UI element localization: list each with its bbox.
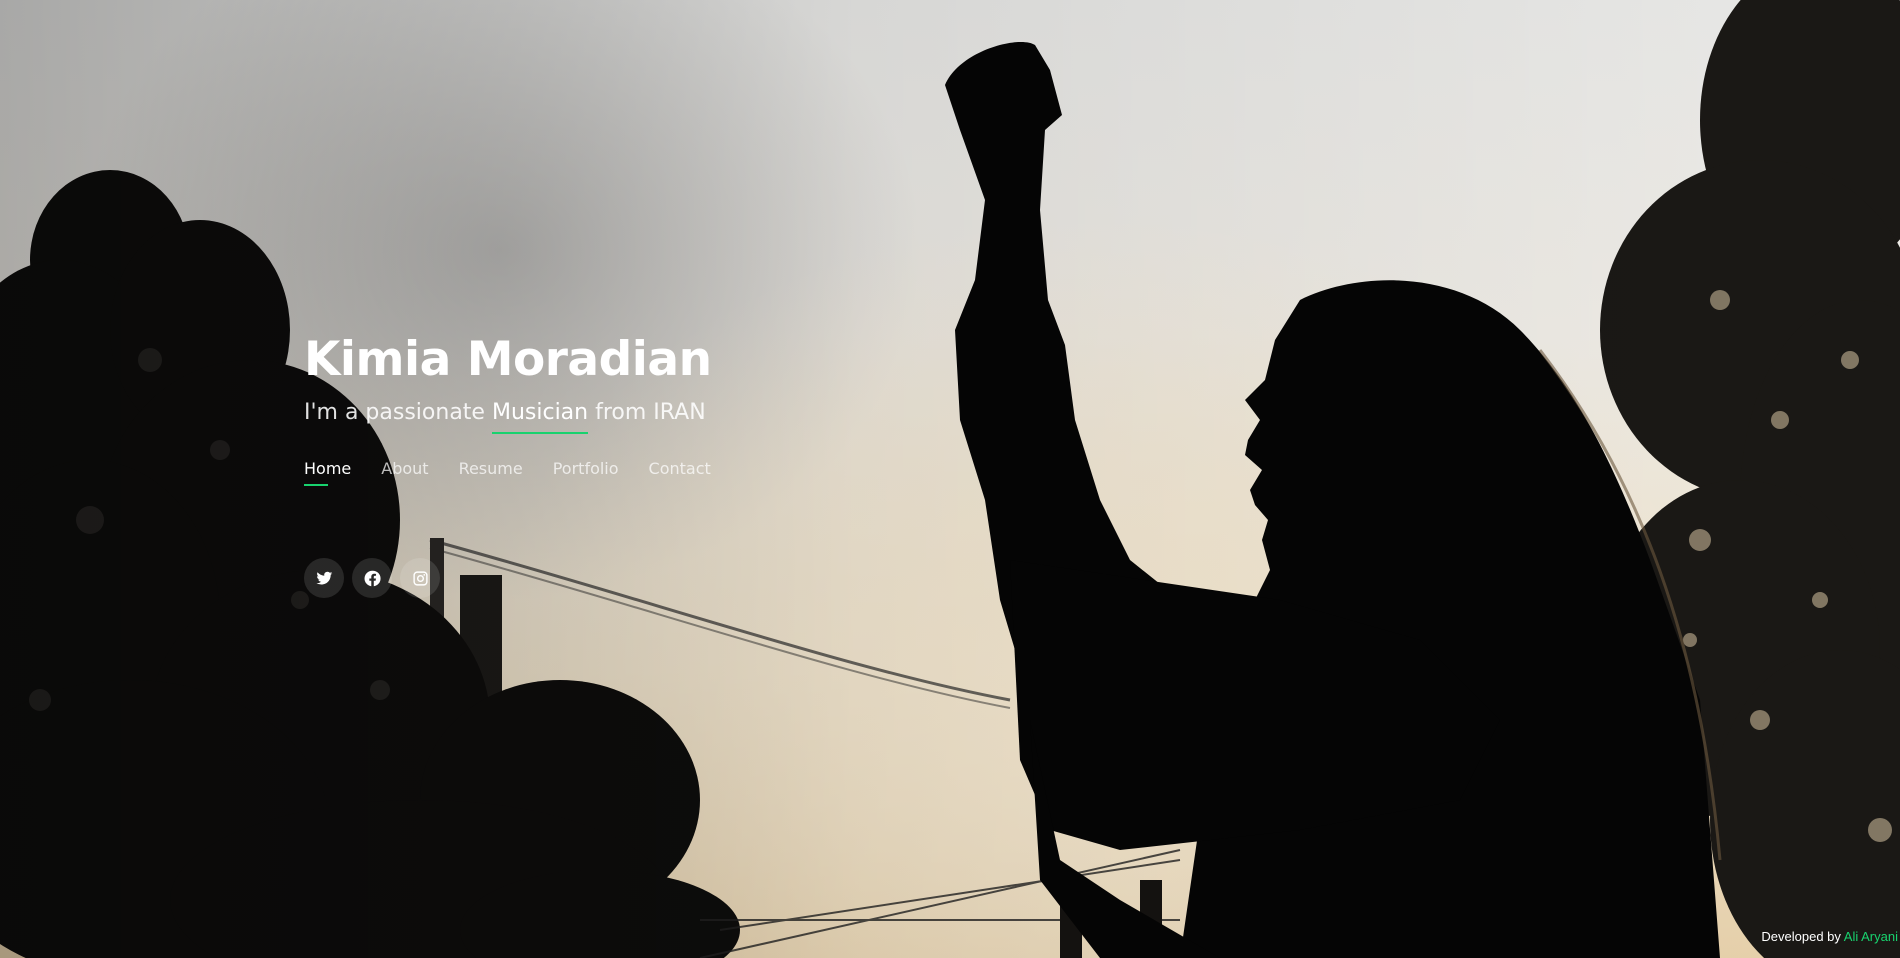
credits-prefix: Developed by [1761, 929, 1844, 944]
hero-section: Kimia Moradian I'm a passionate Musician… [304, 330, 741, 598]
tagline-prefix: I'm a passionate [304, 400, 492, 425]
nav-portfolio[interactable]: Portfolio [553, 459, 619, 484]
background-photo [0, 0, 1900, 958]
facebook-icon [364, 570, 381, 586]
twitter-link[interactable] [304, 558, 344, 598]
twitter-icon [315, 571, 332, 585]
instagram-icon [412, 570, 428, 586]
nav-contact[interactable]: Contact [649, 459, 711, 484]
dark-overlay [0, 0, 1900, 958]
footer-credits: Developed by Ali Aryani [1761, 929, 1898, 944]
hero-tagline: I'm a passionate Musician from IRAN [304, 400, 741, 434]
facebook-link[interactable] [352, 558, 392, 598]
main-nav: Home About Resume Portfolio Contact [304, 459, 741, 486]
nav-resume[interactable]: Resume [459, 459, 523, 484]
social-links [304, 558, 741, 598]
tagline-highlight: Musician [491, 400, 589, 434]
tagline-suffix: from IRAN [588, 400, 706, 425]
author-link[interactable]: Ali Aryani [1844, 929, 1898, 944]
hero-name: Kimia Moradian [304, 332, 712, 387]
nav-about[interactable]: About [381, 459, 428, 484]
nav-home[interactable]: Home [304, 459, 351, 486]
instagram-link[interactable] [400, 558, 440, 598]
